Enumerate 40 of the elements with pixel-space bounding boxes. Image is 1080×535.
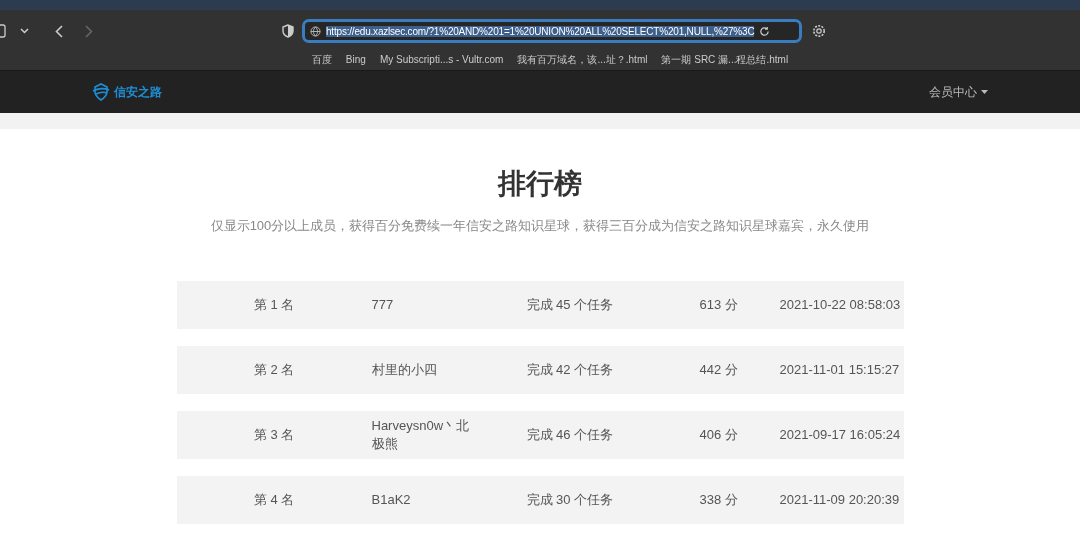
name-cell-text: 777 — [371, 296, 395, 314]
tasks-cell-text: 完成 30 个任务 — [526, 491, 615, 509]
time-cell-text: 2021-11-09 20:20:39 — [779, 491, 901, 509]
rank-cell-text: 第 3 名 — [252, 426, 296, 444]
shield-icon[interactable] — [282, 24, 294, 38]
rank-cell-text: 第 1 名 — [252, 296, 296, 314]
logo-text[interactable]: 信安之路 — [114, 83, 162, 101]
time-cell-text: 2021-11-01 15:15:27 — [779, 361, 901, 379]
settings-icon[interactable] — [812, 24, 826, 38]
time-cell-text: 2021-10-22 08:58:03 — [779, 296, 902, 314]
bookmark-link[interactable]: My Subscripti...s - Vultr.com — [379, 52, 504, 70]
tasks-cell-text: 完成 42 个任务 — [526, 361, 615, 379]
name-cell-text: Harveysn0w丶北极熊 — [371, 417, 471, 453]
rank-cell-text: 第 2 名 — [252, 361, 296, 379]
page-subtitle: 仅显示100分以上成员，获得百分免费续一年信安之路知识星球，获得三百分成为信安之路知识星球嘉宾，永久使用 — [209, 217, 871, 235]
score-cell-text: 338 分 — [699, 491, 739, 509]
sidebar-icon[interactable] — [0, 24, 6, 38]
score-cell-text: 406 分 — [699, 426, 739, 444]
address-bar[interactable]: https://edu.xazlsec.com/?1%20AND%201=1%20UNION%20ALL%20SELECT%201,NULL,%27%3C — [302, 19, 802, 43]
tasks-cell-text: 完成 46 个任务 — [526, 426, 615, 444]
name-cell-text: 村里的小四 — [371, 361, 438, 379]
bookmark-link[interactable]: 第一期 SRC 漏...程总结.html — [661, 52, 789, 70]
bookmark-link[interactable]: Bing — [345, 52, 366, 70]
reload-icon[interactable] — [759, 25, 771, 37]
score-cell-text: 442 分 — [699, 361, 739, 379]
rank-cell-text: 第 4 名 — [252, 491, 296, 509]
name-cell-text: B1aK2 — [371, 491, 412, 509]
member-center-menu[interactable]: 会员中心 — [929, 83, 988, 101]
page-title: 排行榜 — [496, 167, 583, 201]
logo-icon — [92, 83, 110, 101]
url-text: https://edu.xazlsec.com/?1%20AND%201=1%20UNION%20ALL%20SELECT%201,NULL,%27%3C — [326, 25, 755, 37]
tasks-cell-text: 完成 45 个任务 — [526, 296, 615, 314]
caret-icon — [981, 90, 988, 94]
bookmark-link[interactable]: 百度 — [311, 52, 332, 70]
back-icon[interactable] — [55, 24, 63, 38]
score-cell-text: 613 分 — [699, 296, 739, 314]
globe-icon — [310, 25, 321, 37]
chevron-down-icon[interactable] — [20, 28, 29, 34]
time-cell-text: 2021-09-17 16:05:24 — [779, 426, 902, 444]
bookmark-link[interactable]: 我有百万域名，该...址？.html — [517, 52, 648, 70]
